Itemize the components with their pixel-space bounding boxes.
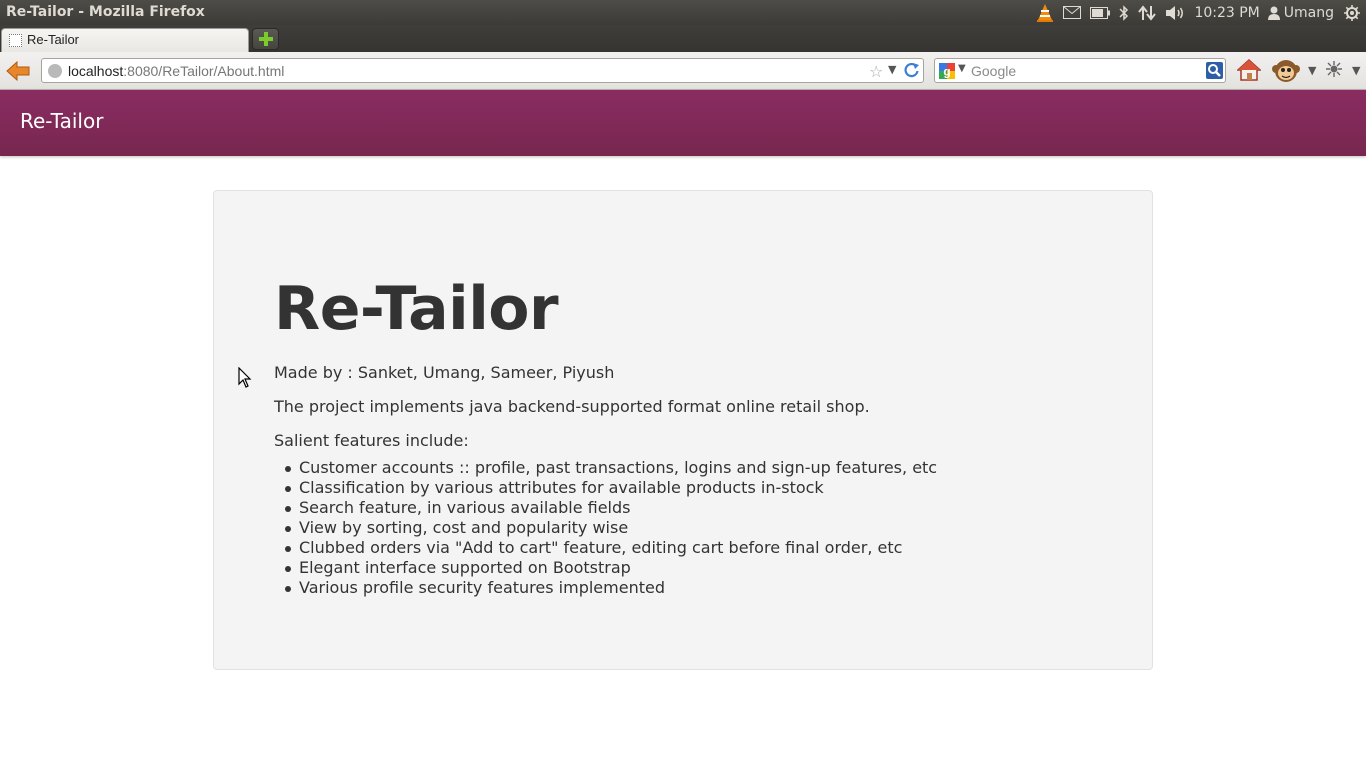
search-engine-dropdown-icon[interactable]: ▼ [958, 63, 966, 74]
search-bar[interactable]: g ▼ [934, 58, 1226, 83]
indicator-area: 10:23 PM Umang [1036, 0, 1366, 25]
volume-icon[interactable] [1165, 0, 1185, 25]
power-icon[interactable] [1344, 0, 1360, 25]
url-bar[interactable]: localhost:8080/ReTailor/About.html ☆ ▼ [41, 58, 924, 83]
monkey-addon-dropdown-icon[interactable]: ▼ [1308, 64, 1316, 77]
mail-icon[interactable] [1063, 0, 1082, 25]
back-button[interactable] [5, 59, 31, 83]
url-history-dropdown-icon[interactable]: ▼ [888, 63, 896, 76]
mouse-pointer-icon [238, 367, 252, 388]
plus-icon [258, 32, 273, 46]
clock[interactable]: 10:23 PM [1194, 0, 1259, 25]
feature-item: Search feature, in various available fie… [274, 498, 1094, 518]
vlc-icon[interactable] [1036, 0, 1054, 25]
google-icon[interactable]: g [939, 63, 955, 79]
top-panel: Re-Tailor - Mozilla Firefox 10:23 PM Uma… [0, 0, 1366, 25]
features-list: Customer accounts :: profile, past trans… [274, 458, 1094, 598]
monkey-addon-icon[interactable] [1272, 57, 1300, 87]
search-icon[interactable] [1206, 62, 1223, 83]
feature-item: View by sorting, cost and popularity wis… [274, 518, 1094, 538]
search-input[interactable] [971, 61, 1201, 80]
about-content: Re-Tailor Made by : Sanket, Umang, Samee… [274, 269, 1094, 598]
page-title: Re-Tailor [274, 274, 559, 344]
back-arrow-icon [6, 61, 30, 81]
new-tab-button[interactable] [252, 28, 279, 50]
site-navbar: Re-Tailor [0, 90, 1366, 156]
window-title: Re-Tailor - Mozilla Firefox [6, 4, 205, 20]
feature-item: Elegant interface supported on Bootstrap [274, 558, 1094, 578]
user-name: Umang [1283, 4, 1334, 21]
battery-icon[interactable] [1090, 0, 1111, 25]
feature-item: Customer accounts :: profile, past trans… [274, 458, 1094, 478]
url-host: localhost [68, 63, 124, 79]
tab-retailor[interactable]: Re-Tailor [1, 28, 249, 52]
page-favicon-icon [9, 34, 22, 47]
made-by-text: Made by : Sanket, Umang, Sameer, Piyush [274, 363, 615, 382]
about-jumbotron: Re-Tailor Made by : Sanket, Umang, Samee… [213, 190, 1153, 670]
reload-icon[interactable] [903, 62, 920, 83]
feature-item: Clubbed orders via "Add to cart" feature… [274, 538, 1094, 558]
user-icon [1267, 6, 1280, 20]
bookmark-star-icon[interactable]: ☆ [869, 62, 883, 81]
home-icon[interactable] [1236, 58, 1262, 86]
features-heading: Salient features include: [274, 431, 469, 450]
tab-strip: Re-Tailor [0, 25, 1366, 52]
navigation-toolbar: localhost:8080/ReTailor/About.html ☆ ▼ g… [0, 52, 1366, 90]
feature-item: Various profile security features implem… [274, 578, 1094, 598]
network-icon[interactable] [1138, 0, 1157, 25]
brand-link[interactable]: Re-Tailor [20, 109, 103, 133]
svg-text:g: g [943, 65, 950, 79]
url-path: :8080/ReTailor/About.html [123, 63, 285, 79]
extension-icon[interactable] [1325, 61, 1343, 81]
tab-title: Re-Tailor [27, 32, 80, 47]
url-text[interactable]: localhost:8080/ReTailor/About.html [68, 63, 284, 79]
project-description: The project implements java backend-supp… [274, 397, 870, 416]
site-identity-icon[interactable] [48, 64, 62, 78]
bluetooth-icon[interactable] [1119, 0, 1129, 25]
feature-item: Classification by various attributes for… [274, 478, 1094, 498]
user-menu[interactable]: Umang [1267, 0, 1334, 25]
extension-dropdown-icon[interactable]: ▼ [1352, 64, 1360, 77]
